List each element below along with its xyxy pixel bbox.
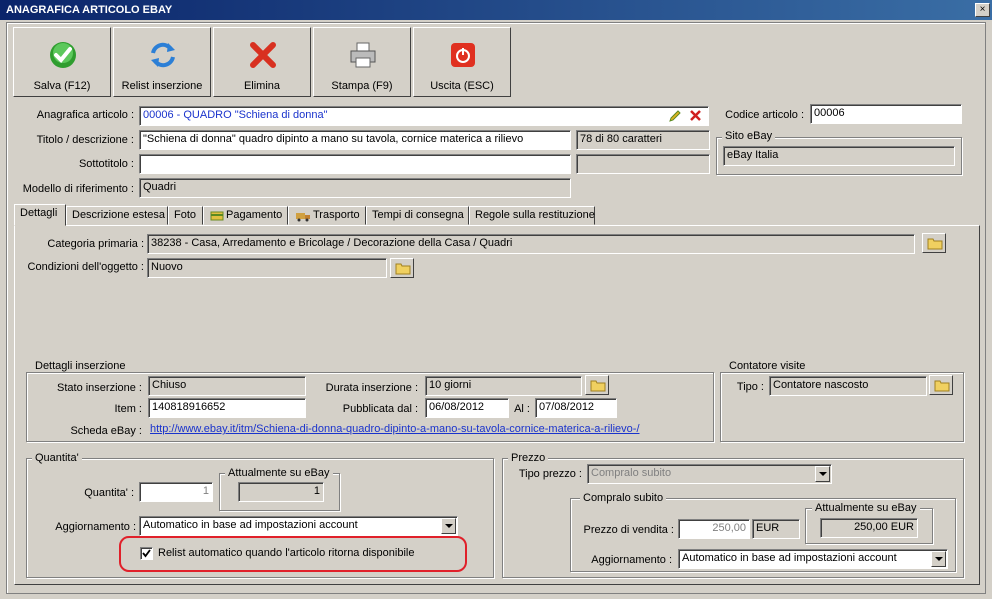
aggiornamento-p-value: Automatico in base ad impostazioni accou… [682, 552, 897, 564]
tipo-prezzo-value: Compralo subito [591, 467, 672, 479]
quantita-label: Quantita' : [84, 487, 134, 499]
stato-field: Chiuso [148, 376, 306, 396]
sottotitolo-field[interactable] [139, 154, 571, 174]
categoria-folder-button[interactable] [922, 233, 946, 253]
aggiornamento-q-label: Aggiornamento : [55, 521, 136, 533]
folder-icon [590, 380, 606, 392]
printer-icon [350, 42, 376, 68]
delete-x-icon [250, 42, 276, 68]
item-label: Item : [114, 403, 142, 415]
close-button[interactable]: × [975, 3, 990, 17]
condizioni-field: Nuovo [147, 258, 387, 278]
contatore-folder-button[interactable] [929, 375, 953, 395]
save-button[interactable]: Salva (F12) [13, 27, 111, 97]
currency-field: EUR [752, 519, 800, 539]
codice-field[interactable]: 00006 [810, 104, 962, 124]
scheda-link[interactable]: http://www.ebay.it/itm/Schiena-di-donna-… [150, 423, 640, 435]
contatore-tipo-label: Tipo : [736, 381, 764, 393]
vendita-field[interactable]: 250,00 [678, 519, 750, 539]
anagrafica-field[interactable]: 00006 - QUADRO "Schiena di donna" [139, 106, 709, 126]
dropdown-arrow-icon[interactable] [931, 551, 946, 567]
durata-folder-button[interactable] [585, 375, 609, 395]
sito-field: eBay Italia [723, 146, 955, 166]
contatore-tipo-field: Contatore nascosto [769, 376, 927, 396]
tipo-prezzo-label: Tipo prezzo : [518, 468, 582, 480]
titolo-label: Titolo / descrizione : [36, 134, 134, 146]
modello-field: Quadri [139, 178, 571, 198]
sottotitolo-count [576, 154, 710, 174]
exit-button[interactable]: Uscita (ESC) [413, 27, 511, 97]
edit-pencil-icon[interactable] [668, 109, 682, 123]
delete-label: Elimina [243, 80, 281, 92]
refresh-icon [151, 42, 175, 68]
folder-icon [927, 238, 943, 250]
tab-tempi[interactable]: Tempi di consegna [366, 206, 469, 225]
tab-descrizione[interactable]: Descrizione estesa [66, 206, 168, 225]
char-count: 78 di 80 caratteri [576, 130, 710, 150]
durata-field: 10 giorni [425, 376, 582, 396]
dropdown-arrow-icon[interactable] [441, 518, 456, 534]
window-title: ANAGRAFICA ARTICOLO EBAY [0, 0, 992, 20]
checkmark-icon [50, 42, 76, 68]
codice-label: Codice articolo : [725, 109, 804, 121]
prezzo-ebay-title: Attualmente su eBay [812, 502, 920, 514]
categoria-label: Categoria primaria : [47, 238, 144, 250]
compralo-title: Compralo subito [580, 492, 667, 504]
save-label: Salva (F12) [33, 80, 91, 92]
pubblicata-field[interactable]: 06/08/2012 [425, 398, 509, 418]
relist-checkbox[interactable] [140, 547, 153, 560]
tab-dettagli[interactable]: Dettagli [14, 204, 66, 226]
aggiornamento-q-value: Automatico in base ad impostazioni accou… [143, 519, 358, 531]
relist-button[interactable]: Relist inserzione [113, 27, 211, 97]
aggiornamento-q-select[interactable]: Automatico in base ad impostazioni accou… [139, 516, 458, 536]
vendita-label: Prezzo di vendita : [583, 524, 675, 536]
contatore-title: Contatore visite [726, 360, 809, 372]
anagrafica-label: Anagrafica articolo : [36, 109, 134, 121]
modello-label: Modello di riferimento : [22, 183, 134, 195]
quantita-field[interactable]: 1 [139, 482, 213, 502]
sito-title: Sito eBay [722, 130, 776, 142]
al-label: Al : [514, 403, 530, 415]
print-label: Stampa (F9) [331, 80, 393, 92]
clear-x-icon[interactable] [689, 109, 702, 122]
tab-regole[interactable]: Regole sulla restituzione [469, 206, 595, 225]
condizioni-label: Condizioni dell'oggetto : [27, 261, 144, 273]
quantita-title: Quantita' [32, 452, 82, 464]
tipo-prezzo-select: Compralo subito [587, 464, 832, 484]
prezzo-ebay-field: 250,00 EUR [820, 518, 918, 538]
pubblicata-label: Pubblicata dal : [342, 403, 418, 415]
print-button[interactable]: Stampa (F9) [313, 27, 411, 97]
power-icon [451, 43, 475, 67]
quantita-ebay-field: 1 [238, 482, 324, 502]
al-field[interactable]: 07/08/2012 [535, 398, 617, 418]
stato-label: Stato inserzione : [57, 382, 142, 394]
folder-icon [395, 263, 411, 275]
truck-icon [296, 213, 310, 222]
folder-icon [934, 380, 950, 392]
delete-button[interactable]: Elimina [213, 27, 311, 97]
aggiornamento-p-select[interactable]: Automatico in base ad impostazioni accou… [678, 549, 948, 569]
durata-label: Durata inserzione : [325, 382, 418, 394]
categoria-field: 38238 - Casa, Arredamento e Bricolage / … [147, 234, 915, 254]
titolo-field[interactable]: "Schiena di donna" quadro dipinto a mano… [139, 130, 571, 150]
relist-label: Relist inserzione [121, 80, 203, 92]
tab-foto[interactable]: Foto [168, 206, 203, 225]
checkmark-icon [142, 549, 151, 558]
exit-label: Uscita (ESC) [430, 80, 494, 92]
sottotitolo-label: Sottotitolo : [78, 158, 134, 170]
inserzione-title: Dettagli inserzione [32, 360, 129, 372]
scheda-label: Scheda eBay : [70, 425, 142, 437]
relist-checkbox-label[interactable]: Relist automatico quando l'articolo rito… [158, 547, 414, 559]
quantita-ebay-title: Attualmente su eBay [225, 467, 333, 479]
condizioni-folder-button[interactable] [390, 258, 414, 278]
item-field[interactable]: 140818916652 [148, 398, 306, 418]
dropdown-arrow-icon [815, 466, 830, 482]
aggiornamento-p-label: Aggiornamento : [591, 554, 672, 566]
payment-icon [210, 211, 224, 221]
prezzo-title: Prezzo [508, 452, 549, 464]
